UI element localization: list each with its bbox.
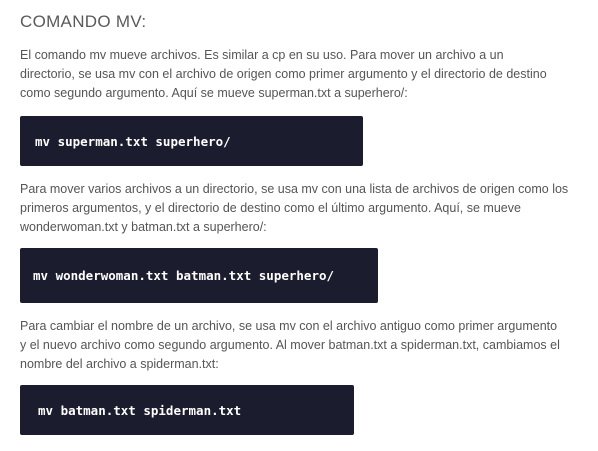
paragraph-mv-rename: Para cambiar el nombre de un archivo, se… (20, 319, 560, 371)
code-block-move-file: mv superman.txt superhero/ (20, 116, 363, 166)
code-block-rename-file: mv batman.txt spiderman.txt (20, 385, 354, 435)
code-text: mv wonderwoman.txt batman.txt superhero/ (33, 268, 335, 283)
paragraph-mv-intro: El comando mv mueve archivos. Es similar… (20, 48, 547, 100)
page: COMANDO MV: El comando mv mueve archivos… (0, 0, 598, 451)
code-block-move-multiple: mv wonderwoman.txt batman.txt superhero/ (20, 248, 378, 303)
page-title: COMANDO MV: (20, 12, 147, 31)
paragraph-mv-multiple: Para mover varios archivos a un director… (20, 182, 569, 234)
code-text: mv batman.txt spiderman.txt (38, 402, 242, 418)
code-text: mv superman.txt superhero/ (35, 133, 231, 149)
